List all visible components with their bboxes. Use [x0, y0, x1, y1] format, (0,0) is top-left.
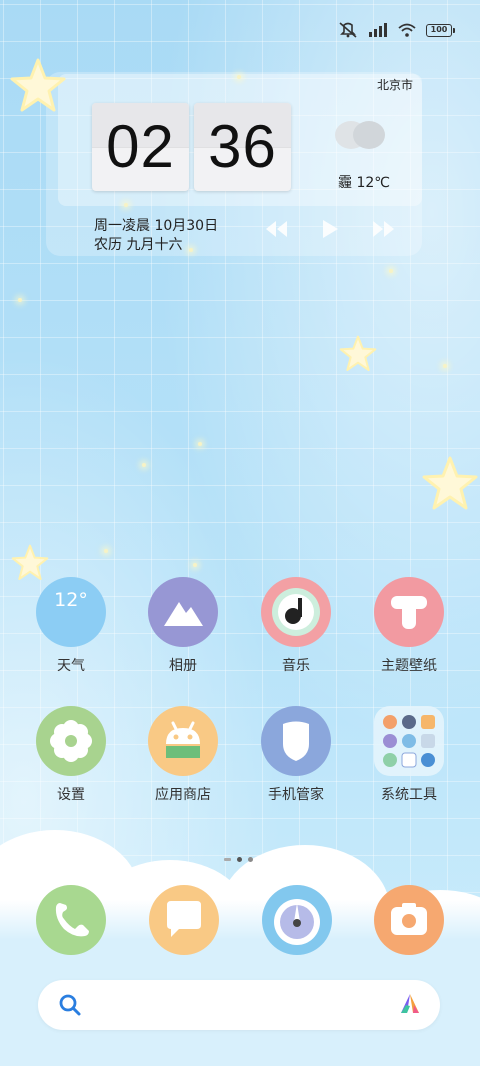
app-weather[interactable]: 12° 天气	[21, 577, 121, 675]
search-bar[interactable]	[38, 980, 440, 1030]
signal-icon	[369, 23, 387, 37]
page-indicator-list	[224, 858, 231, 861]
app-label: 主题壁纸	[381, 658, 437, 674]
sparkle-dot	[443, 364, 447, 368]
app-label: 应用商店	[155, 787, 211, 803]
clock-hour: 02	[92, 103, 189, 191]
android-icon	[148, 706, 218, 776]
gear-icon	[36, 706, 106, 776]
shield-icon	[261, 706, 331, 776]
page-indicator[interactable]	[224, 857, 253, 862]
star-decoration	[422, 456, 478, 510]
status-bar: 100	[338, 22, 455, 38]
star-decoration	[10, 58, 66, 112]
search-icon	[59, 994, 81, 1016]
assistant-icon[interactable]	[396, 991, 424, 1019]
folder-icon	[374, 706, 444, 776]
mute-icon	[339, 22, 357, 38]
page-dot-active	[237, 857, 242, 862]
app-label: 手机管家	[268, 787, 324, 803]
app-store[interactable]: 应用商店	[133, 706, 233, 804]
app-label: 音乐	[282, 658, 310, 674]
next-icon[interactable]	[370, 219, 396, 239]
battery-icon: 100	[426, 23, 455, 37]
app-label: 系统工具	[381, 787, 437, 803]
weather-text: 霾 12℃	[338, 175, 390, 191]
phone-icon[interactable]	[36, 885, 106, 955]
widget-city: 北京市	[376, 78, 413, 92]
clock-minute: 36	[194, 103, 291, 191]
lunar-date-text: 农历 九月十六	[94, 237, 183, 253]
message-icon[interactable]	[149, 885, 219, 955]
sparkle-dot	[124, 203, 128, 207]
sparkle-dot	[18, 298, 22, 302]
sparkle-dot	[389, 269, 393, 273]
app-label: 设置	[57, 787, 85, 803]
sparkle-dot	[104, 549, 108, 553]
sparkle-dot	[189, 248, 193, 252]
camera-icon[interactable]	[374, 885, 444, 955]
page-dot	[248, 857, 253, 862]
sparkle-dot	[193, 563, 197, 567]
previous-icon[interactable]	[264, 219, 290, 239]
app-label: 天气	[57, 658, 85, 674]
wifi-icon	[398, 23, 416, 37]
app-themes[interactable]: 主题壁纸	[359, 577, 459, 675]
date-text: 周一凌晨 10月30日	[94, 218, 219, 234]
app-music[interactable]: 音乐	[246, 577, 346, 675]
mountain-icon	[148, 577, 218, 647]
weather-icon: 12°	[36, 577, 106, 647]
sparkle-dot	[142, 463, 146, 467]
compass-icon[interactable]	[262, 885, 332, 955]
app-folder-tools[interactable]: 系统工具	[359, 706, 459, 804]
app-security[interactable]: 手机管家	[246, 706, 346, 804]
star-decoration	[339, 335, 377, 371]
haze-weather-icon	[335, 121, 385, 149]
theme-t-icon	[374, 577, 444, 647]
app-settings[interactable]: 设置	[21, 706, 121, 804]
home-screen: 100 北京市 02 36 霾 12℃ 周一凌晨 10月30日 农历 九月十六	[0, 0, 480, 1066]
sparkle-dot	[198, 442, 202, 446]
music-icon	[261, 577, 331, 647]
app-label: 相册	[169, 658, 197, 674]
play-icon[interactable]	[320, 219, 340, 239]
sparkle-dot	[237, 75, 241, 79]
weather-icon-temp: 12°	[54, 589, 88, 611]
app-gallery[interactable]: 相册	[133, 577, 233, 675]
